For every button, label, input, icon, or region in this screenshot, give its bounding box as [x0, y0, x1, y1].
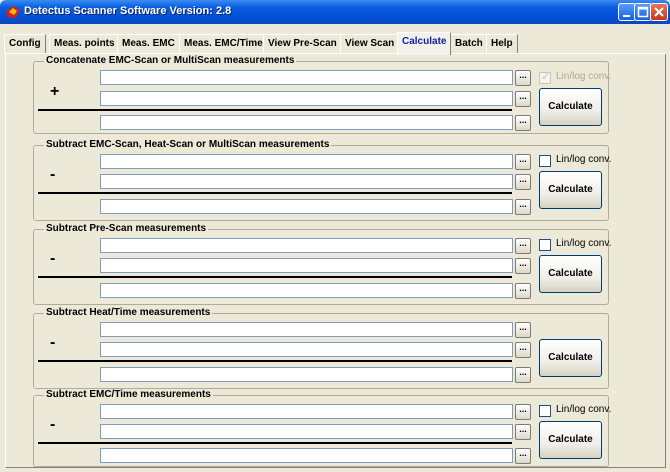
lin-log-label: Lin/log conv.	[556, 71, 612, 82]
lin-log-checkbox[interactable]	[539, 405, 551, 417]
browse-button-result[interactable]: ...	[515, 199, 531, 215]
subtract-pre-scan-group: Subtract Pre-Scan measurements ... - ...…	[33, 223, 612, 305]
tab-meas-emc-time[interactable]: Meas. EMC/Time	[179, 34, 268, 54]
operator-minus: -	[50, 416, 56, 433]
lin-log-label: Lin/log conv.	[556, 404, 612, 415]
tab-calculate[interactable]: Calculate	[397, 32, 452, 55]
calculate-panel: Concatenate EMC-Scan or MultiScan measur…	[5, 54, 666, 468]
separator-line	[38, 442, 512, 444]
separator-line	[38, 360, 512, 362]
close-button[interactable]	[650, 3, 668, 21]
group-title: Subtract Pre-Scan measurements	[44, 223, 209, 234]
browse-button-2[interactable]: ...	[515, 174, 531, 190]
calculate-button[interactable]: Calculate	[539, 421, 602, 459]
calculate-button[interactable]: Calculate	[539, 88, 602, 126]
group-title: Subtract EMC-Scan, Heat-Scan or MultiSca…	[44, 139, 332, 150]
file-input-2[interactable]	[100, 174, 513, 189]
result-input[interactable]	[100, 199, 513, 214]
lin-log-label: Lin/log conv.	[556, 238, 612, 249]
browse-button-1[interactable]: ...	[515, 238, 531, 254]
lin-log-checkbox[interactable]	[539, 239, 551, 251]
tab-strip: Config Meas. points Meas. EMC Meas. EMC/…	[4, 32, 666, 55]
tab-view-scan[interactable]: View Scan	[340, 34, 400, 54]
subtract-heat-time-group: Subtract Heat/Time measurements ... - ..…	[33, 307, 609, 389]
browse-button-result[interactable]: ...	[515, 367, 531, 383]
title-bar[interactable]: Detectus Scanner Software Version: 2.8	[0, 0, 670, 24]
tab-view-pre-scan[interactable]: View Pre-Scan	[263, 34, 342, 54]
browse-button-1[interactable]: ...	[515, 322, 531, 338]
browse-button-2[interactable]: ...	[515, 258, 531, 274]
subtract-emc-scan-group: Subtract EMC-Scan, Heat-Scan or MultiSca…	[33, 139, 612, 221]
file-input-2[interactable]	[100, 258, 513, 273]
window-title: Detectus Scanner Software Version: 2.8	[24, 5, 232, 17]
file-input-1[interactable]	[100, 322, 513, 337]
result-input[interactable]	[100, 115, 513, 130]
operator-minus: -	[50, 250, 56, 267]
checkmark-icon: ✓	[541, 71, 551, 83]
app-icon	[6, 6, 20, 18]
file-input-1[interactable]	[100, 404, 513, 419]
file-input-2[interactable]	[100, 342, 513, 357]
lin-log-checkbox[interactable]: ✓	[539, 71, 551, 84]
concatenate-group: Concatenate EMC-Scan or MultiScan measur…	[33, 55, 612, 134]
tab-meas-emc[interactable]: Meas. EMC	[117, 34, 180, 54]
group-title: Concatenate EMC-Scan or MultiScan measur…	[44, 55, 297, 66]
tab-config[interactable]: Config	[4, 34, 46, 54]
calculate-button[interactable]: Calculate	[539, 339, 602, 377]
operator-plus: +	[50, 83, 60, 100]
tab-meas-points[interactable]: Meas. points	[49, 34, 120, 54]
browse-button-2[interactable]: ...	[515, 91, 531, 107]
browse-button-1[interactable]: ...	[515, 70, 531, 86]
lin-log-label: Lin/log conv.	[556, 154, 612, 165]
browse-button-2[interactable]: ...	[515, 424, 531, 440]
result-input[interactable]	[100, 448, 513, 463]
result-input[interactable]	[100, 283, 513, 298]
calculate-button[interactable]: Calculate	[539, 171, 602, 209]
file-input-2[interactable]	[100, 424, 513, 439]
browse-button-2[interactable]: ...	[515, 342, 531, 358]
browse-button-result[interactable]: ...	[515, 283, 531, 299]
close-icon	[654, 7, 664, 17]
tab-batch[interactable]: Batch	[450, 34, 488, 54]
browse-button-result[interactable]: ...	[515, 448, 531, 464]
file-input-1[interactable]	[100, 70, 513, 85]
separator-line	[38, 192, 512, 194]
group-title: Subtract EMC/Time measurements	[44, 389, 213, 400]
minimize-icon	[623, 15, 630, 17]
tab-help[interactable]: Help	[486, 34, 518, 54]
result-input[interactable]	[100, 367, 513, 382]
browse-button-1[interactable]: ...	[515, 404, 531, 420]
calculate-button[interactable]: Calculate	[539, 255, 602, 293]
file-input-2[interactable]	[100, 91, 513, 106]
browse-button-1[interactable]: ...	[515, 154, 531, 170]
maximize-icon	[637, 6, 649, 18]
separator-line	[38, 276, 512, 278]
browse-button-result[interactable]: ...	[515, 115, 531, 131]
file-input-1[interactable]	[100, 154, 513, 169]
lin-log-checkbox[interactable]	[539, 155, 551, 167]
file-input-1[interactable]	[100, 238, 513, 253]
group-title: Subtract Heat/Time measurements	[44, 307, 213, 318]
operator-minus: -	[50, 334, 56, 351]
subtract-emc-time-group: Subtract EMC/Time measurements ... - ...…	[33, 389, 612, 467]
separator-line	[38, 109, 512, 111]
operator-minus: -	[50, 166, 56, 183]
